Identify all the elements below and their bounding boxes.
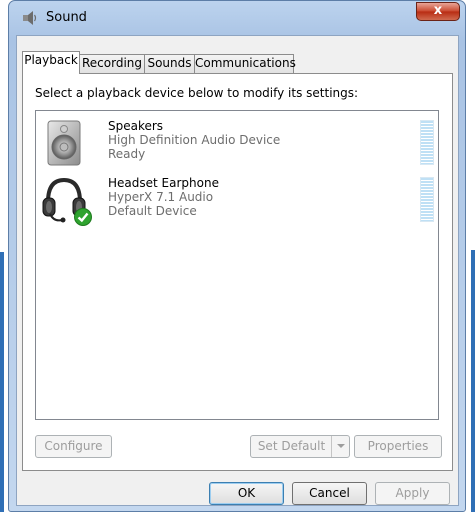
sound-icon <box>23 11 37 25</box>
device-description: High Definition Audio Device <box>108 133 281 147</box>
list-item-headset[interactable]: Headset Earphone HyperX 7.1 Audio Defaul… <box>36 174 438 234</box>
chevron-down-icon[interactable] <box>331 436 349 457</box>
playback-panel: Select a playback device below to modify… <box>22 73 453 471</box>
apply-button[interactable]: Apply <box>375 482 450 505</box>
properties-button[interactable]: Properties <box>354 435 442 458</box>
device-list[interactable]: Speakers High Definition Audio Device Re… <box>35 110 439 420</box>
button-label: Apply <box>395 486 430 500</box>
button-label: Cancel <box>309 486 350 500</box>
tab-recording[interactable]: Recording <box>79 54 145 73</box>
device-status: Ready <box>108 147 146 161</box>
tab-sounds[interactable]: Sounds <box>144 54 195 73</box>
device-description: HyperX 7.1 Audio <box>108 190 214 204</box>
list-item-speakers[interactable]: Speakers High Definition Audio Device Re… <box>36 117 438 177</box>
button-label: Set Default <box>257 439 326 453</box>
tab-communications[interactable]: Communications <box>194 54 296 73</box>
desktop-edge-right <box>471 250 475 512</box>
device-name: Headset Earphone <box>108 176 219 190</box>
close-icon: x <box>433 3 443 18</box>
set-default-button[interactable]: Set Default <box>250 435 350 458</box>
volume-level-meter <box>420 177 434 222</box>
volume-level-meter <box>420 120 434 165</box>
button-label: Configure <box>44 439 103 453</box>
window-title: Sound <box>46 10 87 25</box>
tab-label: Communications <box>195 56 296 70</box>
close-button[interactable]: x <box>416 2 460 21</box>
instruction-text: Select a playback device below to modify… <box>35 86 359 100</box>
speaker-icon <box>47 120 81 166</box>
desktop-edge-left <box>0 252 4 512</box>
device-status: Default Device <box>108 204 197 218</box>
tab-label: Sounds <box>147 56 192 70</box>
tab-label: Playback <box>24 53 78 67</box>
title-bar[interactable]: Sound x <box>9 1 465 31</box>
dialog-client-area: Playback Recording Sounds Communications… <box>16 35 459 506</box>
tab-label: Recording <box>81 56 143 70</box>
default-check-icon <box>74 208 92 226</box>
cancel-button[interactable]: Cancel <box>292 482 367 505</box>
button-label: OK <box>237 486 256 500</box>
device-name: Speakers <box>108 119 164 133</box>
tab-playback[interactable]: Playback <box>22 51 80 74</box>
sound-dialog: Sound x Playback Recording Sounds Commun… <box>8 0 466 512</box>
button-label: Properties <box>367 439 429 453</box>
ok-button[interactable]: OK <box>209 482 284 505</box>
configure-button[interactable]: Configure <box>35 435 112 458</box>
